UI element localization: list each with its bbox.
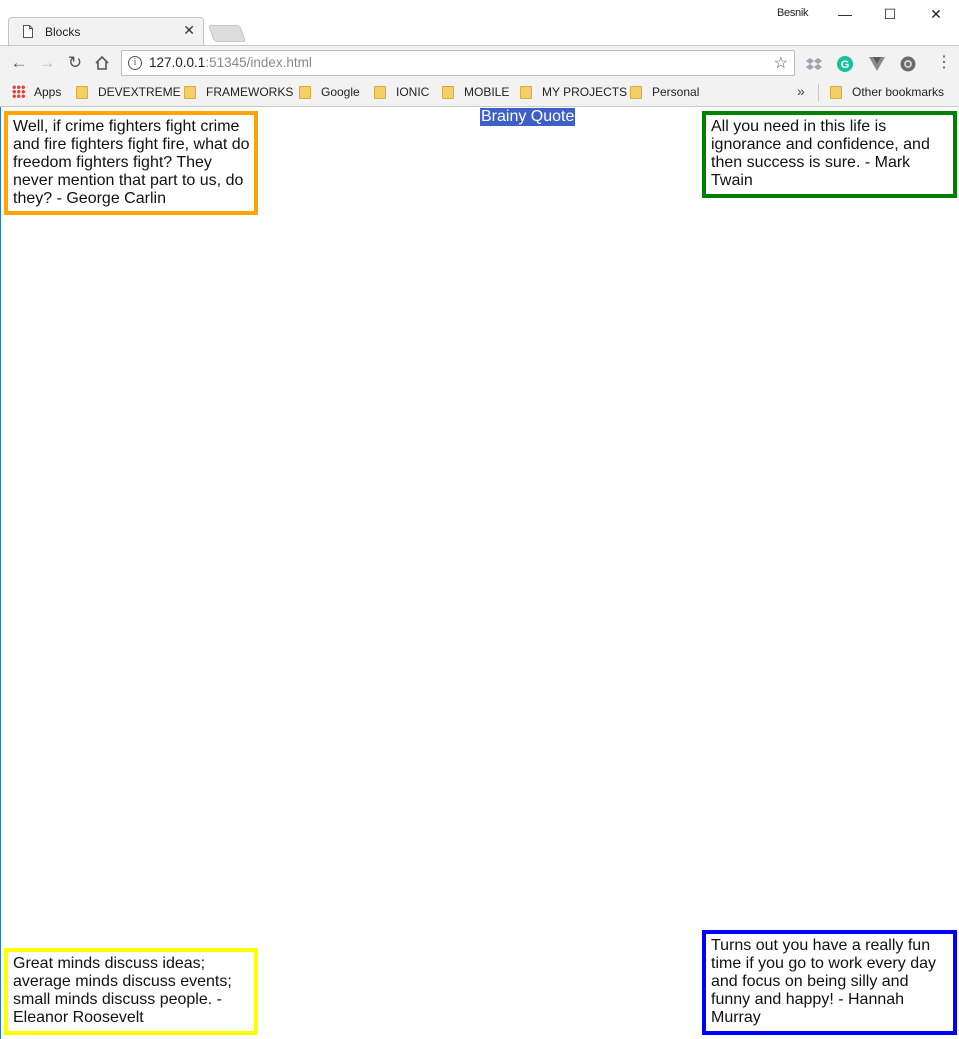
browser-toolbar: ← → ↻ i 127.0.0.1:51345/index.html ☆ G ⋮ <box>0 45 959 80</box>
grammarly-icon[interactable]: G <box>836 55 854 73</box>
bookmark-apps[interactable]: Apps <box>12 85 61 99</box>
bookmark-devextreme[interactable]: DEVEXTREME <box>76 85 181 99</box>
bookmark-other[interactable]: Other bookmarks <box>830 85 944 99</box>
maximize-button[interactable]: ☐ <box>867 3 913 25</box>
reload-icon[interactable]: ↻ <box>64 52 86 74</box>
bookmark-google[interactable]: Google <box>299 85 360 99</box>
folder-icon <box>184 86 196 99</box>
folder-icon <box>76 86 88 99</box>
home-icon[interactable] <box>91 52 113 74</box>
quote-box-mark-twain: All you need in this life is ignorance a… <box>702 111 957 198</box>
bookmark-label: Other bookmarks <box>852 85 945 99</box>
forward-arrow-icon[interactable]: → <box>36 52 58 74</box>
bookmark-personal[interactable]: Personal <box>630 85 699 99</box>
bookmark-label: Apps <box>34 85 62 99</box>
folder-icon <box>299 86 311 99</box>
back-arrow-icon[interactable]: ← <box>8 52 30 74</box>
tab-close-icon[interactable]: ✕ <box>183 22 195 39</box>
bookmarks-bar: Apps DEVEXTREME FRAMEWORKS Google IONIC … <box>0 80 959 107</box>
tab-title: Blocks <box>45 25 81 39</box>
title-bar: Blocks ✕ Besnik — ☐ ✕ <box>0 0 959 45</box>
window-border <box>0 107 1 1039</box>
folder-icon <box>374 86 386 99</box>
page-title: Brainy Quote <box>480 108 576 126</box>
folder-icon <box>630 86 642 99</box>
folder-icon <box>442 86 454 99</box>
quote-box-eleanor-roosevelt: Great minds discuss ideas; average minds… <box>4 948 258 1035</box>
url-path: :51345/index.html <box>205 55 312 70</box>
url-text[interactable]: 127.0.0.1:51345/index.html <box>149 55 312 70</box>
home-shape <box>95 55 109 70</box>
address-bar[interactable]: i 127.0.0.1:51345/index.html ☆ <box>121 50 795 76</box>
bookmark-label: MOBILE <box>464 85 510 99</box>
site-info-icon[interactable]: i <box>128 56 142 70</box>
bookmark-label: Personal <box>652 85 700 99</box>
bookmarks-overflow-icon[interactable]: » <box>797 83 805 99</box>
bookmark-label: DEVEXTREME <box>98 85 181 99</box>
bookmark-my-projects[interactable]: MY PROJECTS <box>520 85 627 99</box>
bookmark-ionic[interactable]: IONIC <box>374 85 429 99</box>
bookmark-label: Google <box>321 85 360 99</box>
svg-text:G: G <box>841 59 850 71</box>
page-icon <box>23 25 33 38</box>
bookmark-label: MY PROJECTS <box>542 85 628 99</box>
settings-extension-icon[interactable] <box>899 55 917 73</box>
bookmark-star-icon[interactable]: ☆ <box>774 53 788 73</box>
bookmark-frameworks[interactable]: FRAMEWORKS <box>184 85 293 99</box>
profile-name[interactable]: Besnik <box>777 7 809 19</box>
folder-icon <box>520 86 532 99</box>
browser-tab[interactable]: Blocks ✕ <box>8 17 204 45</box>
vue-devtools-icon[interactable] <box>868 55 886 73</box>
bookmark-mobile[interactable]: MOBILE <box>442 85 509 99</box>
quote-box-george-carlin: Well, if crime fighters fight crime and … <box>4 111 258 215</box>
url-host: 127.0.0.1 <box>149 55 206 70</box>
minimize-button[interactable]: — <box>822 3 868 25</box>
close-window-button[interactable]: ✕ <box>913 3 959 25</box>
dropbox-icon[interactable] <box>805 55 823 73</box>
quote-box-hannah-murray: Turns out you have a really fun time if … <box>702 930 957 1035</box>
new-tab-button[interactable] <box>207 25 247 42</box>
folder-icon <box>830 86 842 99</box>
browser-menu-icon[interactable]: ⋮ <box>936 54 952 72</box>
bookmark-label: FRAMEWORKS <box>206 85 294 99</box>
bookmark-label: IONIC <box>396 85 430 99</box>
apps-grid-icon <box>12 85 25 98</box>
bookmarks-divider <box>818 84 819 102</box>
